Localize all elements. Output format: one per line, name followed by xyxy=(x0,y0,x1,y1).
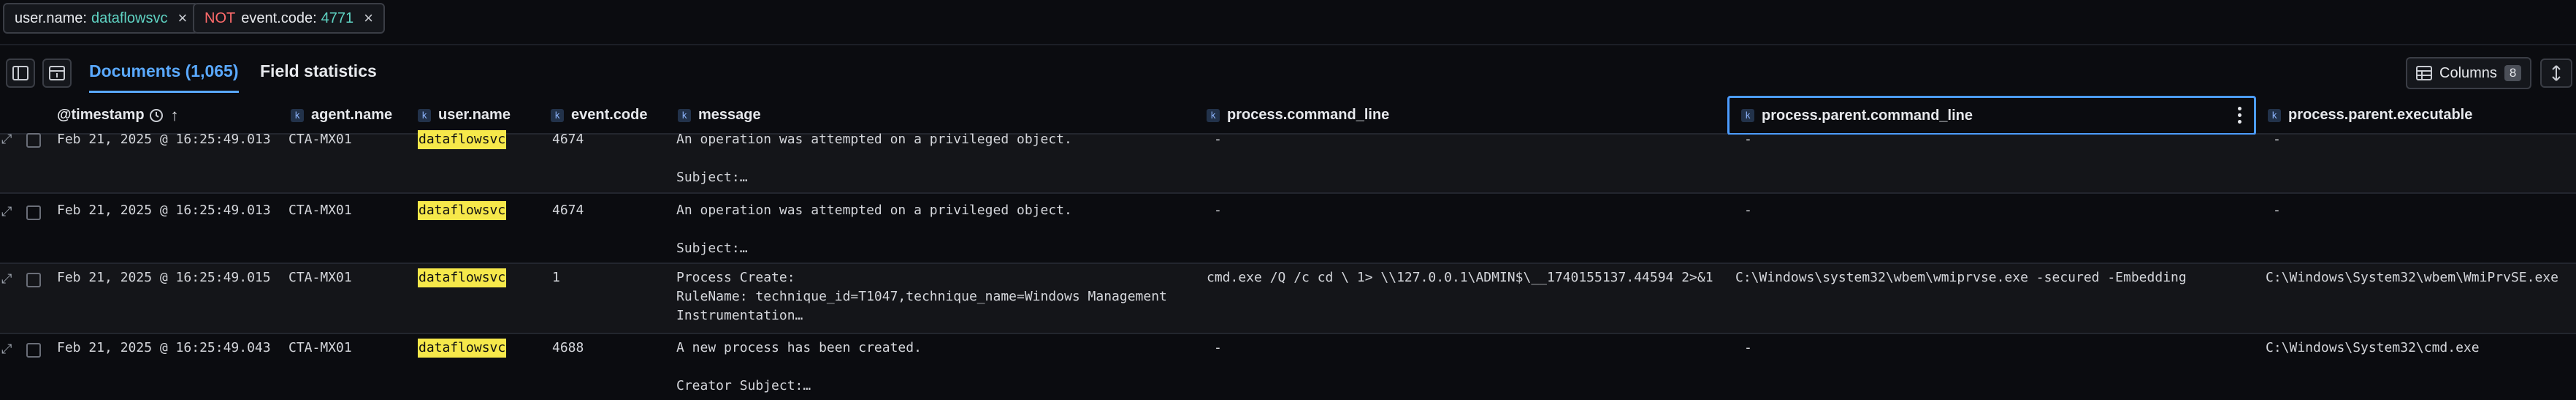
column-header-process-parent-command-line[interactable]: k process.parent.command_line xyxy=(1727,96,2256,135)
cell-user-name: dataflowsvc xyxy=(418,339,507,358)
toggle-sidebar-button[interactable] xyxy=(6,59,35,88)
filter-value: dataflowsvc xyxy=(91,10,168,26)
column-header-message[interactable]: k message xyxy=(678,97,761,133)
cell-timestamp: Feb 21, 2025 @ 16:25:49.043 xyxy=(57,340,271,355)
column-header-label: process.parent.command_line xyxy=(1762,107,1973,124)
column-header-event-code[interactable]: k event.code xyxy=(551,97,647,133)
grid-toolbar: Documents (1,065) Field statistics Colum… xyxy=(0,50,2576,97)
column-actions-icon[interactable] xyxy=(2238,107,2242,124)
cell-message-line-1: An operation was attempted on a privileg… xyxy=(676,203,1072,218)
cell-user-name: dataflowsvc xyxy=(418,201,507,220)
expand-row-icon[interactable]: ⤢ xyxy=(1,341,12,357)
cell-process-command-line: - xyxy=(1214,340,1222,355)
cell-process-command-line: cmd.exe /Q /c cd \ 1> \\127.0.0.1\ADMIN$… xyxy=(1207,270,1713,285)
keyword-type-icon: k xyxy=(678,108,691,122)
expand-vertical-icon xyxy=(2552,65,2561,81)
expand-row-icon[interactable]: ⤢ xyxy=(1,271,12,287)
filter-field: user.name: xyxy=(15,10,87,26)
column-header-label: user.name xyxy=(438,107,511,123)
row-checkbox[interactable] xyxy=(26,133,41,148)
cell-agent-name: CTA-MX01 xyxy=(288,270,352,285)
tab-field-statistics[interactable]: Field statistics xyxy=(260,61,377,81)
table-row[interactable]: ⤢ Feb 21, 2025 @ 16:25:49.013 CTA-MX01 d… xyxy=(0,194,2576,264)
table-row[interactable]: ⤢ Feb 21, 2025 @ 16:25:49.015 CTA-MX01 d… xyxy=(0,264,2576,334)
cell-timestamp: Feb 21, 2025 @ 16:25:49.015 xyxy=(57,270,271,285)
cell-event-code: 1 xyxy=(552,270,560,285)
tab-documents[interactable]: Documents (1,065) xyxy=(89,61,239,93)
filter-pill-user-name[interactable]: user.name: dataflowsvc × xyxy=(3,3,199,34)
cell-process-parent-executable: C:\Windows\System32\wbem\WmiPrvSE.exe xyxy=(2266,270,2558,285)
cell-process-parent-command-line: C:\Windows\system32\wbem\wmiprvse.exe -s… xyxy=(1735,270,2187,285)
grid-header: @timestamp ↑ k agent.name k user.name k … xyxy=(0,96,2576,135)
cell-message-line-1: An operation was attempted on a privileg… xyxy=(676,132,1072,147)
cell-agent-name: CTA-MX01 xyxy=(288,340,352,355)
filter-negation: NOT xyxy=(205,10,236,26)
chart-panel-icon xyxy=(49,66,65,80)
filter-bar: user.name: dataflowsvc × NOT event.code:… xyxy=(0,0,2576,45)
column-header-label: agent.name xyxy=(311,107,393,123)
table-row[interactable]: ⤢ Feb 21, 2025 @ 16:25:49.043 CTA-MX01 d… xyxy=(0,334,2576,400)
close-icon[interactable]: × xyxy=(364,9,373,28)
column-header-label: @timestamp xyxy=(57,107,145,123)
table-row[interactable]: ⤢ Feb 21, 2025 @ 16:25:49.013 CTA-MX01 d… xyxy=(0,130,2576,194)
cell-process-parent-command-line: - xyxy=(1744,132,1752,147)
cell-process-parent-executable: - xyxy=(2273,203,2281,218)
keyword-type-icon: k xyxy=(551,108,564,122)
sidebar-panel-icon xyxy=(12,66,28,80)
cell-timestamp: Feb 21, 2025 @ 16:25:49.013 xyxy=(57,132,271,147)
column-header-user-name[interactable]: k user.name xyxy=(418,97,511,133)
filter-field: event.code: xyxy=(241,10,317,26)
cell-message-line-1: A new process has been created. xyxy=(676,340,922,355)
expand-row-icon[interactable]: ⤢ xyxy=(1,204,12,219)
cell-process-command-line: - xyxy=(1214,203,1222,218)
cell-agent-name: CTA-MX01 xyxy=(288,132,352,147)
filter-pill-event-code[interactable]: NOT event.code: 4771 × xyxy=(193,3,385,34)
column-header-label: process.command_line xyxy=(1227,107,1390,123)
cell-user-name: dataflowsvc xyxy=(418,130,507,149)
filter-value: 4771 xyxy=(321,10,354,26)
column-header-timestamp[interactable]: @timestamp ↑ xyxy=(57,97,179,133)
cell-event-code: 4674 xyxy=(552,203,584,218)
cell-message-line-2: RuleName: technique_id=T1047,technique_n… xyxy=(676,289,1167,304)
column-header-agent-name[interactable]: k agent.name xyxy=(291,97,392,133)
keyword-type-icon: k xyxy=(418,108,431,122)
cell-event-code: 4688 xyxy=(552,340,584,355)
row-checkbox[interactable] xyxy=(26,205,41,220)
cell-process-parent-executable: - xyxy=(2273,132,2281,147)
cell-event-code: 4674 xyxy=(552,132,584,147)
clock-icon xyxy=(149,108,163,122)
cell-process-parent-command-line: - xyxy=(1744,340,1752,355)
column-header-label: message xyxy=(698,107,761,123)
column-header-process-parent-executable[interactable]: k process.parent.executable xyxy=(2268,97,2472,133)
close-icon[interactable]: × xyxy=(177,9,187,28)
sort-ascending-icon[interactable]: ↑ xyxy=(171,106,179,125)
toggle-chart-button[interactable] xyxy=(42,59,72,88)
table-icon xyxy=(2416,66,2432,80)
row-height-button[interactable] xyxy=(2540,59,2572,88)
keyword-type-icon: k xyxy=(1207,108,1220,122)
cell-agent-name: CTA-MX01 xyxy=(288,203,352,218)
cell-message-line-3: Subject:… xyxy=(676,170,748,185)
cell-process-parent-executable: C:\Windows\System32\cmd.exe xyxy=(2266,340,2480,355)
cell-process-command-line: - xyxy=(1214,132,1222,147)
cell-message-line-3: Instrumentation… xyxy=(676,308,803,323)
columns-button[interactable]: Columns 8 xyxy=(2406,57,2532,89)
cell-message-line-3: Subject:… xyxy=(676,241,748,256)
column-header-label: event.code xyxy=(571,107,648,123)
column-header-label: process.parent.executable xyxy=(2288,107,2473,123)
keyword-type-icon: k xyxy=(1741,109,1754,122)
row-checkbox[interactable] xyxy=(26,343,41,358)
cell-process-parent-command-line: - xyxy=(1744,203,1752,218)
columns-label: Columns xyxy=(2439,64,2497,81)
cell-timestamp: Feb 21, 2025 @ 16:25:49.013 xyxy=(57,203,271,218)
column-header-process-command-line[interactable]: k process.command_line xyxy=(1207,97,1389,133)
row-checkbox[interactable] xyxy=(26,273,41,287)
cell-message-line-1: Process Create: xyxy=(676,270,795,285)
keyword-type-icon: k xyxy=(2268,108,2281,122)
keyword-type-icon: k xyxy=(291,108,304,122)
expand-row-icon[interactable]: ⤢ xyxy=(1,132,12,147)
cell-user-name: dataflowsvc xyxy=(418,268,507,287)
columns-count-badge: 8 xyxy=(2504,65,2522,81)
cell-message-line-3: Creator Subject:… xyxy=(676,378,811,393)
